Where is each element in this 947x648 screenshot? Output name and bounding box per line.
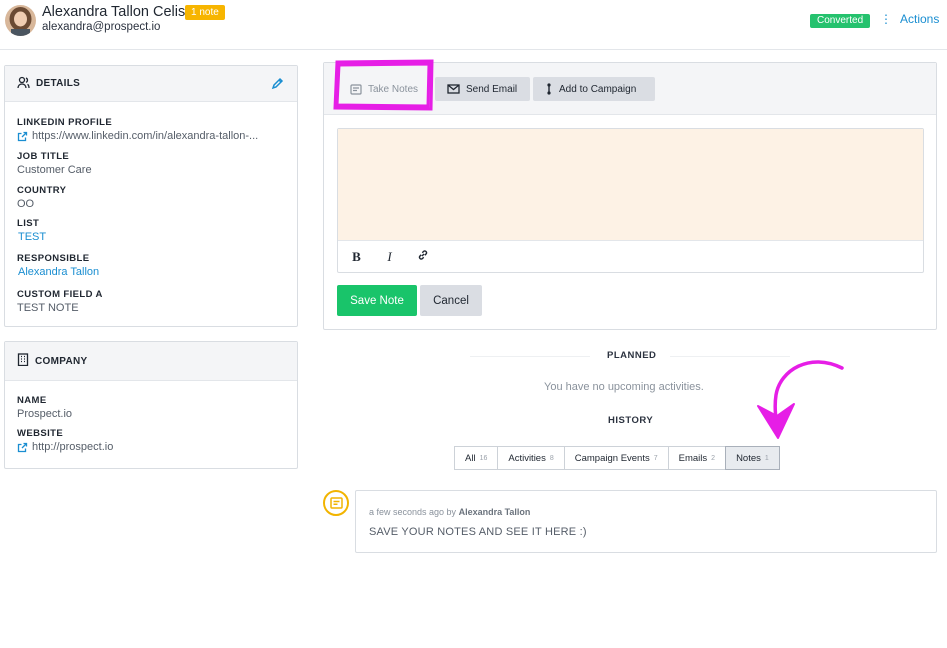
filter-activities[interactable]: Activities 8 [497,446,565,470]
field-label: RESPONSIBLE [17,253,90,264]
company-card: COMPANY NAME Prospect.io WEBSITE http://… [4,341,298,469]
history-note-card: a few seconds ago by Alexandra Tallon SA… [355,490,937,553]
filter-notes[interactable]: Notes 1 [725,446,780,470]
filter-label: Campaign Events [574,452,650,464]
field-value: TEST NOTE [17,302,79,314]
field-label: LIST [17,218,40,229]
planned-divider-left [470,356,590,357]
list-field: LIST TEST [17,218,46,243]
details-card: DETAILS LINKEDIN PROFILE https://www.lin… [4,65,298,327]
contact-email: alexandra@prospect.io [42,21,161,33]
filter-campaign-events[interactable]: Campaign Events 7 [563,446,669,470]
tab-label: Send Email [466,83,518,95]
cancel-button[interactable]: Cancel [420,285,482,316]
field-label: CUSTOM FIELD A [17,289,103,300]
list-link[interactable]: TEST [18,231,46,243]
avatar [5,5,36,36]
composer-tabbar: Take Notes Send Email Add to Campaign [324,63,936,115]
more-vertical-icon: ⋮ [880,12,892,26]
filter-count: 16 [479,454,488,462]
status-badge: Converted [810,14,871,28]
note-icon [350,83,362,95]
details-title: DETAILS [36,78,81,89]
tab-label: Add to Campaign [559,83,637,95]
save-note-button[interactable]: Save Note [337,285,417,316]
country-field: COUNTRY OO [17,185,66,210]
filter-count: 1 [764,454,769,462]
bold-button[interactable]: B [340,249,373,265]
filter-emails[interactable]: Emails 2 [667,446,727,470]
filter-label: Notes [736,452,761,464]
field-value: Customer Care [17,164,92,176]
responsible-link[interactable]: Alexandra Tallon [18,266,99,278]
field-label: COUNTRY [17,185,67,196]
note-text-area[interactable] [338,129,923,241]
field-value: OO [17,198,35,210]
linkedin-url: https://www.linkedin.com/in/alexandra-ta… [32,130,259,142]
website-url: http://prospect.io [32,441,114,453]
contact-name: Alexandra Tallon Celis [42,4,186,20]
composer-panel: Take Notes Send Email Add to Campaign B … [323,62,937,330]
annotation-arrow-head [757,403,795,439]
history-filter-group: All 16 Activities 8 Campaign Events 7 Em… [454,446,780,470]
field-label: LINKEDIN PROFILE [17,117,113,128]
website-link[interactable]: http://prospect.io [17,441,113,453]
note-count-badge: 1 note [185,5,225,20]
link-button[interactable] [406,249,439,265]
company-title: COMPANY [35,355,88,367]
company-name-field: NAME Prospect.io [17,395,72,420]
filter-label: Emails [678,452,708,464]
note-meta: a few seconds ago by Alexandra Tallon [369,507,530,517]
filter-all[interactable]: All 16 [454,446,499,470]
people-icon [17,76,30,92]
history-title: HISTORY [608,415,654,426]
responsible-field: RESPONSIBLE Alexandra Tallon [17,253,99,278]
job-title-field: JOB TITLE Customer Care [17,151,92,176]
building-icon [17,353,29,369]
planned-title: PLANNED [607,350,657,361]
planned-divider-right [670,356,790,357]
italic-button[interactable]: I [373,249,406,265]
tab-send-email[interactable]: Send Email [435,77,530,101]
edit-pencil-icon[interactable] [271,77,284,93]
field-label: WEBSITE [17,428,64,439]
editor-toolbar: B I [338,241,923,272]
link-icon [418,249,427,260]
company-card-header: COMPANY [5,342,297,381]
custom-field-a: CUSTOM FIELD A TEST NOTE [17,289,103,314]
field-label: NAME [17,395,47,406]
planned-empty-text: You have no upcoming activities. [544,381,704,393]
actions-button[interactable]: ⋮ Actions [880,12,939,26]
note-author: Alexandra Tallon [458,507,531,517]
filter-count: 2 [711,454,716,462]
filter-label: Activities [508,452,546,464]
envelope-icon [447,84,460,94]
details-card-header: DETAILS [5,66,297,102]
actions-label: Actions [900,12,940,26]
note-text: SAVE YOUR NOTES AND SEE IT HERE :) [369,526,587,538]
note-time: a few seconds ago by [369,507,457,517]
linkedin-field: LINKEDIN PROFILE https://www.linkedin.co… [17,117,258,145]
filter-count: 8 [549,454,554,462]
tab-take-notes[interactable]: Take Notes [338,77,430,101]
filter-count: 7 [653,454,658,462]
filter-label: All [465,452,476,464]
external-link-icon [17,131,28,141]
field-value: Prospect.io [17,408,73,420]
campaign-icon [547,83,551,95]
field-label: JOB TITLE [17,151,70,162]
tab-add-to-campaign[interactable]: Add to Campaign [533,77,655,101]
note-timeline-icon [323,490,349,516]
linkedin-link[interactable]: https://www.linkedin.com/in/alexandra-ta… [17,130,258,142]
tab-label: Take Notes [368,83,419,95]
note-editor: B I [337,128,924,273]
external-link-icon [17,442,28,452]
contact-header: Alexandra Tallon Celis 1 note alexandra@… [0,0,947,50]
website-field: WEBSITE http://prospect.io [17,428,113,456]
annotation-arrow [773,360,844,434]
